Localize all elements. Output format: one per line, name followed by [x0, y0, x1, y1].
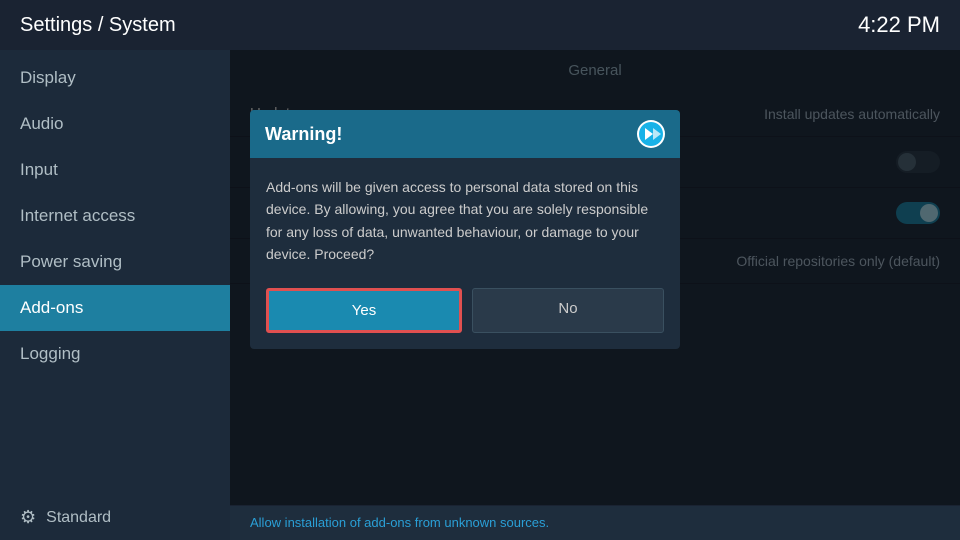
dialog-body: Add-ons will be given access to personal… [250, 158, 680, 280]
kodi-icon [637, 120, 665, 148]
warning-dialog: Warning! Add-ons will be given access to… [250, 110, 680, 349]
sidebar-item-power-saving[interactable]: Power saving [0, 239, 230, 285]
content-area: General Updates Install updates automati… [230, 50, 960, 540]
sidebar-item-addons[interactable]: Add-ons [0, 285, 230, 331]
status-bar: Allow installation of add-ons from unkno… [230, 505, 960, 540]
status-text: Allow installation of add-ons from unkno… [250, 515, 549, 530]
sidebar: Display Audio Input Internet access Powe… [0, 50, 230, 540]
no-button[interactable]: No [472, 288, 664, 333]
dialog-title: Warning! [265, 124, 342, 145]
header: Settings / System 4:22 PM [0, 0, 960, 50]
clock: 4:22 PM [858, 12, 940, 38]
overlay: Warning! Add-ons will be given access to… [230, 50, 960, 540]
sidebar-item-internet-access[interactable]: Internet access [0, 193, 230, 239]
sidebar-item-logging[interactable]: Logging [0, 331, 230, 377]
dialog-header: Warning! [250, 110, 680, 158]
dialog-buttons: Yes No [250, 280, 680, 349]
sidebar-item-display[interactable]: Display [0, 55, 230, 101]
sidebar-item-audio[interactable]: Audio [0, 101, 230, 147]
sidebar-nav: Display Audio Input Internet access Powe… [0, 50, 230, 377]
yes-button[interactable]: Yes [266, 288, 462, 333]
page-title: Settings / System [20, 14, 176, 37]
sidebar-item-input[interactable]: Input [0, 147, 230, 193]
main-layout: Display Audio Input Internet access Powe… [0, 50, 960, 540]
sidebar-footer[interactable]: ⚙ Standard [0, 495, 230, 540]
gear-icon: ⚙ [20, 507, 36, 528]
